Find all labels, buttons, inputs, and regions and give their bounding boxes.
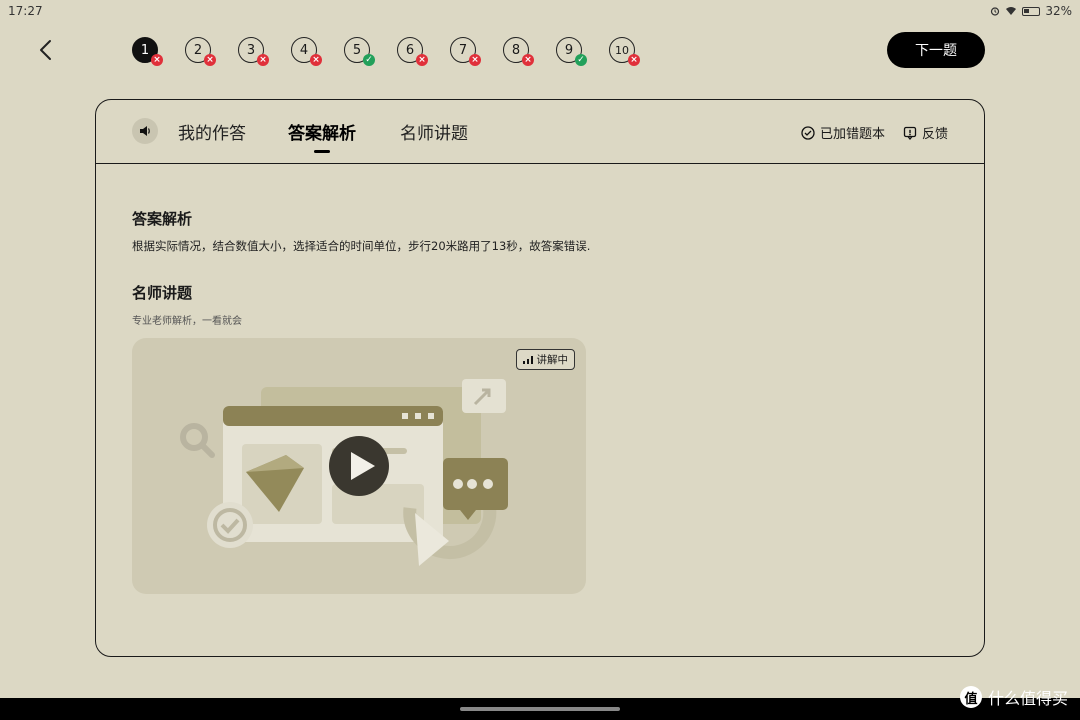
check-circle-icon <box>801 125 815 140</box>
question-item[interactable]: 3 × <box>238 37 269 66</box>
question-number: 4 <box>299 42 309 58</box>
speaker-icon <box>140 126 150 136</box>
analysis-content: 答案解析 根据实际情况，结合数值大小，选择适合的时间单位，步行20米路用了13秒… <box>132 208 952 594</box>
question-item[interactable]: 1 × <box>132 37 163 66</box>
question-number: 6 <box>405 42 415 58</box>
status-right: 32% <box>990 4 1072 18</box>
wrong-icon: × <box>522 54 534 66</box>
question-item[interactable]: 4 × <box>291 37 322 66</box>
tab-teacher[interactable]: 名师讲题 <box>400 119 468 144</box>
tab-actions: 已加错题本 反馈 <box>801 123 948 142</box>
tab-label: 名师讲题 <box>400 124 468 144</box>
tab-my-answer[interactable]: 我的作答 <box>178 119 246 144</box>
home-indicator-bar <box>0 698 1080 720</box>
question-nav: 1 × 2 × 3 × 4 × 5 ✓ 6 × 7 × 8 × 9 ✓ 10 × <box>132 37 640 66</box>
live-badge-label: 讲解中 <box>536 354 569 366</box>
feedback-label: 反馈 <box>921 127 948 142</box>
question-item[interactable]: 7 × <box>450 37 481 66</box>
question-number: 3 <box>246 42 256 58</box>
status-time: 17:27 <box>8 4 43 18</box>
tab-label: 我的作答 <box>178 124 246 144</box>
wrong-icon: × <box>204 54 216 66</box>
wrong-icon: × <box>257 54 269 66</box>
question-item[interactable]: 2 × <box>185 37 216 66</box>
tab-label: 答案解析 <box>288 124 356 144</box>
battery-level: 32% <box>1045 4 1072 18</box>
teacher-subtitle: 专业老师解析，一看就会 <box>132 316 242 327</box>
chevron-left-icon <box>40 40 51 60</box>
analysis-text: 根据实际情况，结合数值大小，选择适合的时间单位，步行20米路用了13秒，故答案错… <box>132 239 591 253</box>
feedback-icon <box>903 126 917 140</box>
question-item[interactable]: 10 × <box>609 37 640 66</box>
question-item[interactable]: 9 ✓ <box>556 37 587 66</box>
wrong-icon: × <box>151 54 163 66</box>
wifi-icon <box>1006 7 1017 15</box>
signal-bars-icon <box>522 355 533 364</box>
wrongbook-label: 已加错题本 <box>819 127 885 142</box>
analysis-title: 答案解析 <box>132 210 193 228</box>
wrong-icon: × <box>310 54 322 66</box>
question-number: 9 <box>564 42 574 58</box>
tab-bar: 我的作答 答案解析 名师讲题 已加错题本 反馈 <box>96 100 984 164</box>
question-number: 1 <box>140 42 150 58</box>
video-player[interactable]: 讲解中 <box>132 338 586 594</box>
question-number: 8 <box>511 42 521 58</box>
wrongbook-button[interactable]: 已加错题本 <box>801 123 885 142</box>
question-number: 7 <box>458 42 468 58</box>
home-indicator[interactable] <box>460 707 620 711</box>
wrong-icon: × <box>416 54 428 66</box>
watermark: 值 什么值得买 <box>959 685 1068 709</box>
watermark-logo: 值 <box>959 686 982 708</box>
watermark-text: 什么值得买 <box>987 689 1068 708</box>
speaker-button[interactable] <box>132 118 158 144</box>
status-bar: 17:27 32% <box>0 0 1080 22</box>
active-tab-indicator <box>314 150 330 153</box>
question-number: 5 <box>352 42 362 58</box>
question-item[interactable]: 8 × <box>503 37 534 66</box>
correct-icon: ✓ <box>363 54 375 66</box>
question-item[interactable]: 5 ✓ <box>344 37 375 66</box>
answer-card: 我的作答 答案解析 名师讲题 已加错题本 反馈 答案解析 根据实际情况，结合数值… <box>95 99 985 657</box>
video-thumbnail <box>180 379 508 566</box>
alarm-icon <box>991 7 1000 16</box>
wrong-icon: × <box>469 54 481 66</box>
wrong-icon: × <box>628 54 640 66</box>
battery-icon <box>1022 6 1041 16</box>
feedback-button[interactable]: 反馈 <box>903 123 948 142</box>
back-button[interactable] <box>32 36 60 64</box>
teacher-title: 名师讲题 <box>132 284 193 302</box>
question-number: 10 <box>615 43 629 57</box>
question-number: 2 <box>193 42 203 58</box>
question-item[interactable]: 6 × <box>397 37 428 66</box>
next-question-button[interactable]: 下一题 <box>887 32 985 68</box>
correct-icon: ✓ <box>575 54 587 66</box>
live-badge: 讲解中 <box>515 349 575 370</box>
tab-analysis[interactable]: 答案解析 <box>288 119 356 153</box>
